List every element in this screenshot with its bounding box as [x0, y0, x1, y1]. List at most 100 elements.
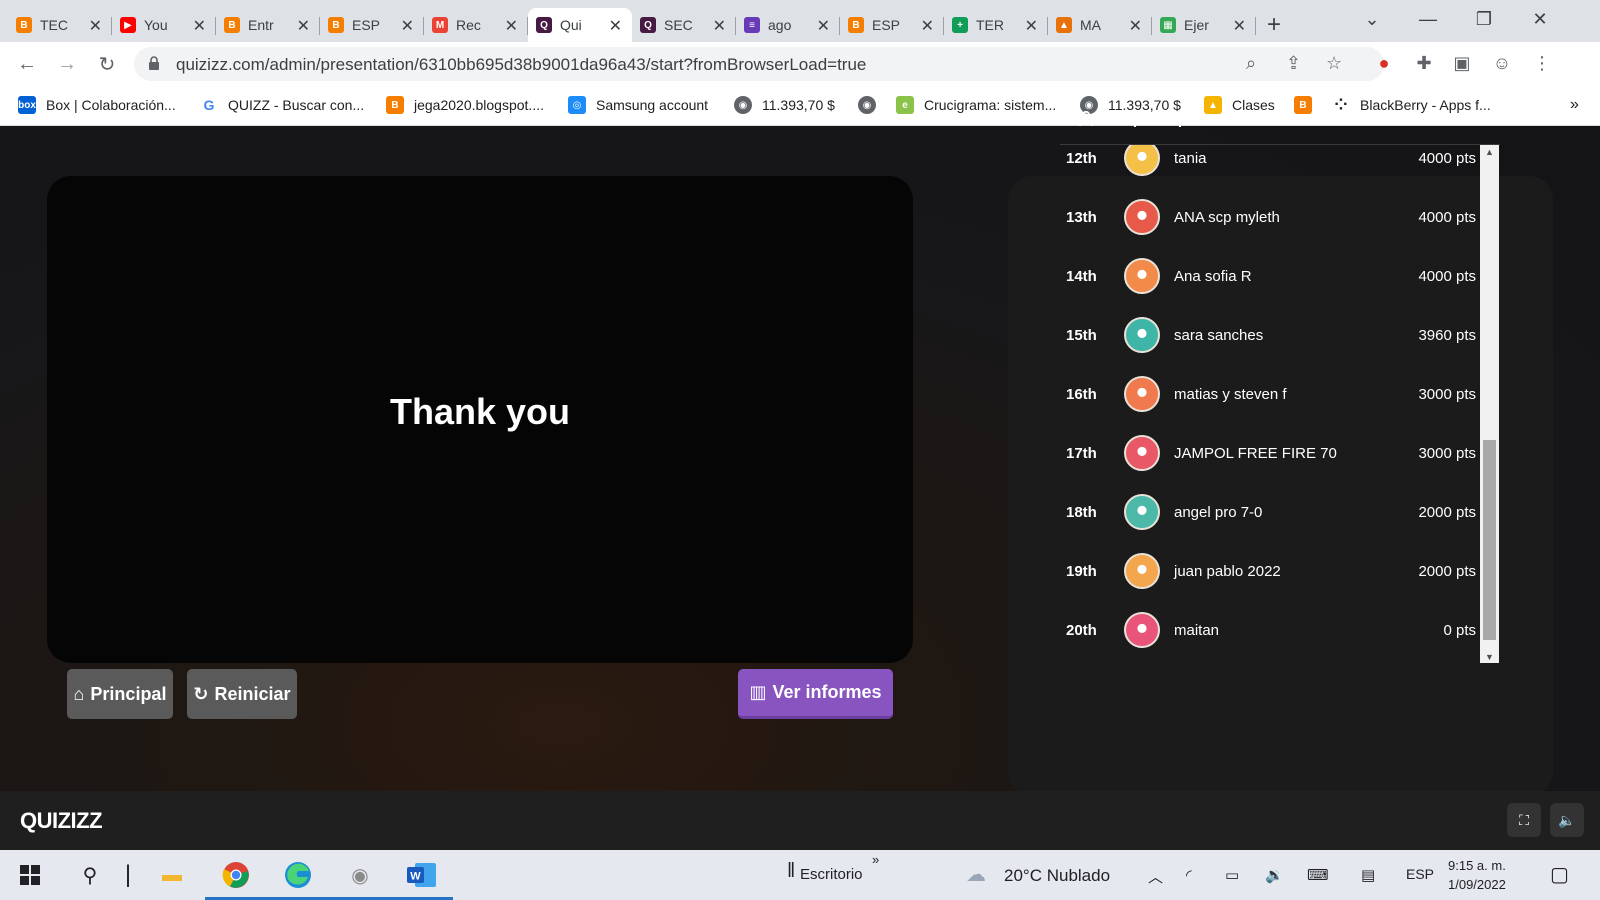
- browser-tab[interactable]: ≡ ago ✕: [736, 8, 840, 42]
- url-text[interactable]: quizizz.com/admin/presentation/6310bb695…: [176, 55, 866, 75]
- samsung-icon: ◎: [568, 96, 586, 114]
- edge-icon[interactable]: [278, 858, 318, 892]
- browser-tab[interactable]: ▶ You ✕: [112, 8, 216, 42]
- reload-icon[interactable]: ↻: [94, 51, 120, 77]
- participant-name: tania: [1174, 149, 1207, 167]
- media-player-icon[interactable]: ◉: [340, 858, 380, 892]
- close-tab-icon[interactable]: ✕: [921, 16, 934, 36]
- browser-tab[interactable]: B ESP ✕: [840, 8, 944, 42]
- restore-button[interactable]: ❐: [1456, 0, 1512, 38]
- keyboard-icon[interactable]: ⌨: [1307, 866, 1329, 884]
- bookmark-item[interactable]: Bjega2020.blogspot....: [386, 96, 544, 114]
- avatar: [1124, 494, 1160, 530]
- bookmark-item[interactable]: ⁘ BlackBerry - Apps f...: [1332, 96, 1490, 114]
- search-icon[interactable]: ⚲: [70, 858, 110, 892]
- blogger-icon: B: [848, 17, 864, 33]
- volume-icon[interactable]: 🔈: [1550, 803, 1584, 837]
- zoom-icon[interactable]: ⌕: [1246, 53, 1256, 74]
- puzzle-grid-icon: ▦: [1160, 17, 1176, 33]
- view-reports-button[interactable]: ▥ Ver informes: [738, 669, 893, 719]
- notifications-icon[interactable]: ▢: [1550, 862, 1569, 887]
- weather-text[interactable]: 20°C Nublado: [1004, 866, 1110, 886]
- close-tab-icon[interactable]: ✕: [609, 16, 622, 36]
- close-window-button[interactable]: ✕: [1512, 0, 1568, 38]
- extensions-puzzle-icon[interactable]: ✚: [1412, 51, 1436, 75]
- blackberry-icon: ⁘: [1334, 97, 1348, 114]
- browser-tab[interactable]: ▦ Ejer ✕: [1152, 8, 1256, 42]
- side-panel-icon[interactable]: ▣: [1450, 51, 1474, 75]
- tab-search-icon[interactable]: ⌄: [1344, 0, 1400, 38]
- close-tab-icon[interactable]: ✕: [713, 16, 726, 36]
- bookmark-item[interactable]: box Box | Colaboración...: [18, 96, 176, 114]
- clock[interactable]: 9:15 a. m. 1/09/2022: [1448, 856, 1506, 894]
- bookmarks-bar: » box Box | Colaboración... G QUIZZ - Busca…: [0, 86, 1600, 126]
- browser-tab[interactable]: + TER ✕: [944, 8, 1048, 42]
- browser-tab[interactable]: B TEC ✕: [8, 8, 112, 42]
- bookmark-item[interactable]: G QUIZZ - Buscar con...: [200, 96, 364, 114]
- more-bookmarks-icon[interactable]: »: [1570, 96, 1579, 114]
- browser-tab[interactable]: ▲ MA ✕: [1048, 8, 1152, 42]
- minimize-button[interactable]: —: [1400, 0, 1456, 38]
- speaker-icon[interactable]: 🔉: [1265, 866, 1284, 884]
- new-tab-button[interactable]: +: [1256, 8, 1292, 42]
- view-reports-label: Ver informes: [772, 682, 882, 702]
- rank: 13th: [1066, 208, 1097, 226]
- close-tab-icon[interactable]: ✕: [89, 16, 102, 36]
- fullscreen-icon[interactable]: ⛶: [1507, 803, 1541, 837]
- scroll-up-arrow-icon[interactable]: ▲: [1484, 147, 1495, 157]
- back-arrow-icon[interactable]: ←: [14, 51, 40, 77]
- tab-title: TEC: [40, 17, 68, 33]
- close-tab-icon[interactable]: ✕: [1025, 16, 1038, 36]
- close-tab-icon[interactable]: ✕: [1233, 16, 1246, 36]
- profile-avatar-icon[interactable]: ☺: [1490, 51, 1514, 75]
- browser-tab[interactable]: Q Qui ✕: [528, 8, 632, 42]
- chevron-up-icon[interactable]: ︿: [1148, 866, 1163, 887]
- browser-tab[interactable]: Q SEC ✕: [632, 8, 736, 42]
- participant-name: juan pablo 2022: [1174, 562, 1281, 580]
- bookmark-item[interactable]: B: [1294, 96, 1322, 114]
- browser-tab[interactable]: B ESP ✕: [320, 8, 424, 42]
- desktop-toolbar-label[interactable]: Escritorio: [800, 866, 863, 883]
- word-icon[interactable]: W: [402, 858, 442, 892]
- close-tab-icon[interactable]: ✕: [297, 16, 310, 36]
- browser-tab[interactable]: M Rec ✕: [424, 8, 528, 42]
- restart-icon: ↻: [193, 683, 209, 704]
- menu-kebab-icon[interactable]: ⋮: [1530, 51, 1554, 75]
- close-tab-icon[interactable]: ✕: [505, 16, 518, 36]
- bookmark-item[interactable]: e Crucigrama: sistem...: [896, 96, 1056, 114]
- close-tab-icon[interactable]: ✕: [817, 16, 830, 36]
- home-button[interactable]: ⌂ Principal: [67, 669, 173, 719]
- scroll-down-arrow-icon[interactable]: ▼: [1484, 652, 1495, 662]
- windows-taskbar: ⚲ | ▬ ◉ W ‖ Escritorio » ☁ 20°C Nublado …: [0, 850, 1600, 900]
- restart-button[interactable]: ↻ Reiniciar: [187, 669, 297, 719]
- globe-icon: ◉: [858, 96, 876, 114]
- bookmark-item[interactable]: ◉: [858, 96, 886, 114]
- input-panel-icon[interactable]: ▤: [1361, 866, 1375, 884]
- close-tab-icon[interactable]: ✕: [1129, 16, 1142, 36]
- browser-tab[interactable]: B Entr ✕: [216, 8, 320, 42]
- participant-points: 4000 pts: [1418, 267, 1476, 285]
- task-view-icon[interactable]: |: [108, 858, 148, 892]
- quizizz-icon: Q: [536, 17, 552, 33]
- language-indicator[interactable]: ESP: [1406, 866, 1434, 882]
- scrollbar-thumb[interactable]: [1483, 440, 1496, 640]
- battery-icon[interactable]: ▭: [1225, 866, 1239, 884]
- bookmark-item[interactable]: ◎ Samsung account: [568, 96, 708, 114]
- chrome-icon[interactable]: [216, 858, 256, 892]
- forward-arrow-icon[interactable]: →: [54, 51, 80, 77]
- extension-apple-icon[interactable]: ●: [1372, 51, 1396, 75]
- share-icon[interactable]: ⇪: [1286, 53, 1301, 74]
- participant-name: matias y steven f: [1174, 385, 1287, 403]
- windows-start-icon[interactable]: [10, 858, 50, 892]
- bookmark-item[interactable]: ◉ 11.393,70 $: [734, 96, 835, 114]
- tab-title: TER: [976, 17, 1004, 33]
- desktop-toolbar-chevron[interactable]: »: [872, 852, 879, 867]
- close-tab-icon[interactable]: ✕: [401, 16, 414, 36]
- file-explorer-icon[interactable]: ▬: [152, 858, 192, 892]
- bookmark-star-icon[interactable]: ☆: [1326, 53, 1342, 74]
- cloud-weather-icon[interactable]: ☁: [966, 862, 986, 887]
- wifi-icon[interactable]: ◜: [1186, 866, 1192, 884]
- close-tab-icon[interactable]: ✕: [193, 16, 206, 36]
- address-bar[interactable]: quizizz.com/admin/presentation/6310bb695…: [134, 47, 1384, 81]
- tab-title: You: [144, 17, 168, 33]
